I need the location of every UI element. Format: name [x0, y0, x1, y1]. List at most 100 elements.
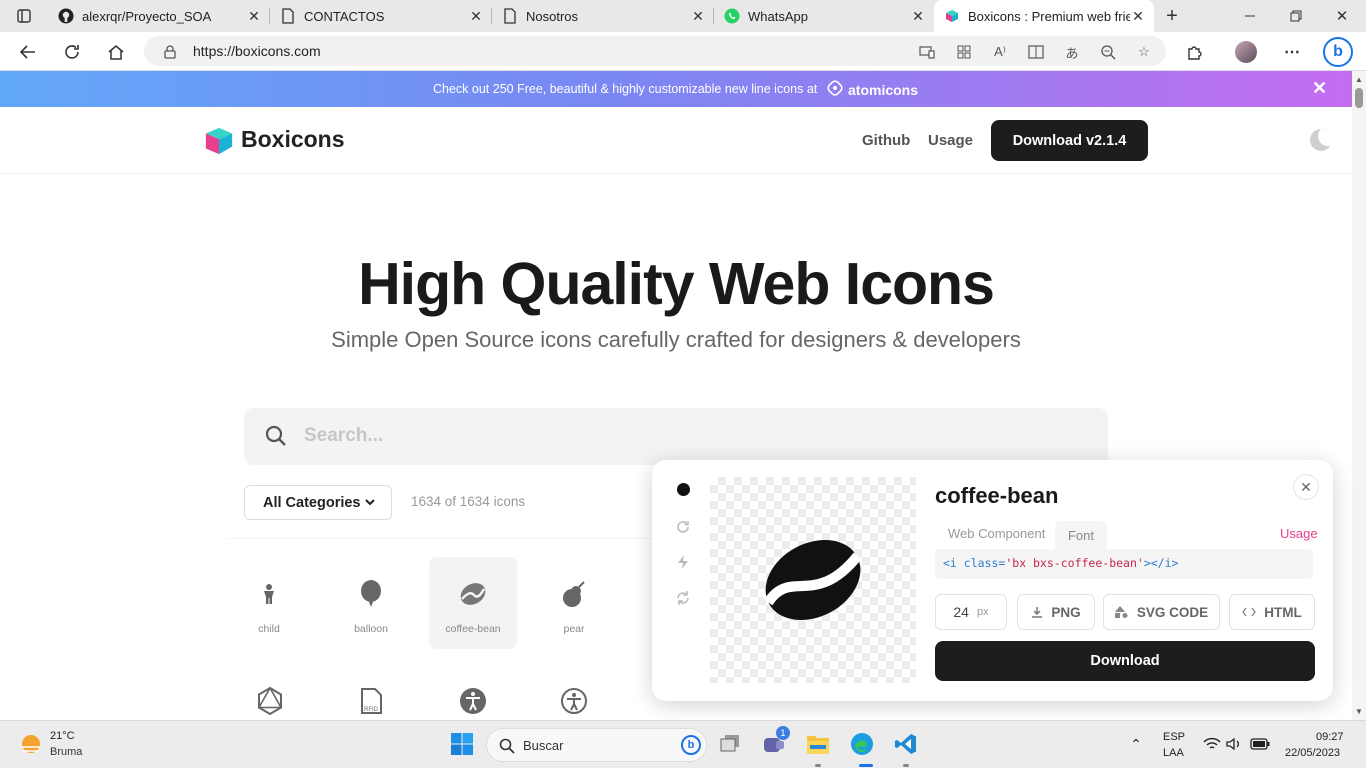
html-button[interactable]: HTML	[1229, 594, 1315, 630]
icon-tile-balloon[interactable]: balloon	[327, 557, 415, 649]
icon-tile-coffee-bean[interactable]: coffee-bean	[429, 557, 517, 649]
profile-avatar[interactable]	[1232, 38, 1260, 66]
close-icon[interactable]: ✕	[1130, 8, 1146, 25]
boxicons-logo-icon[interactable]	[204, 126, 234, 156]
edge-icon[interactable]	[848, 730, 876, 758]
page-scrollbar[interactable]: ▲ ▼	[1352, 71, 1366, 720]
tab-whatsapp[interactable]: WhatsApp ✕	[714, 0, 934, 32]
page-icon	[280, 8, 296, 24]
size-value[interactable]: 24	[953, 604, 969, 620]
icon-tile-child[interactable]: child	[225, 557, 313, 649]
windows-start-icon[interactable]	[448, 730, 476, 758]
browser-tab-bar: alexrqr/Proyecto_SOA ✕ CONTACTOS ✕ Nosot…	[0, 0, 1366, 32]
close-icon[interactable]: ✕	[690, 8, 706, 25]
apps-icon[interactable]	[954, 42, 974, 62]
tab-web-component[interactable]: Web Component	[948, 526, 1045, 541]
scroll-thumb[interactable]	[1355, 88, 1363, 108]
file-explorer-icon[interactable]	[804, 730, 832, 758]
weather-desc[interactable]: Bruma	[50, 746, 82, 758]
url-text[interactable]: https://boxicons.com	[193, 43, 321, 59]
atomicons-link[interactable]: atomicons	[827, 80, 918, 99]
favorite-icon[interactable]: ☆	[1134, 42, 1154, 62]
close-icon[interactable]: ✕	[468, 8, 484, 25]
clock-date[interactable]: 22/05/2023	[1285, 747, 1340, 759]
banner-text: Check out 250 Free, beautiful & highly c…	[433, 82, 818, 96]
shapes-icon	[1114, 606, 1128, 618]
github-icon	[58, 8, 74, 24]
icon-search	[244, 408, 1108, 465]
icon-label: pear	[563, 623, 585, 635]
taskbar-search[interactable]: Buscar b	[486, 728, 707, 762]
restore-icon[interactable]	[1282, 2, 1310, 30]
close-icon[interactable]: ✕	[1293, 474, 1319, 500]
window-close-icon[interactable]: ✕	[1328, 2, 1356, 30]
usage-link[interactable]: Usage	[1280, 526, 1318, 541]
read-aloud-icon[interactable]: A⁾	[990, 42, 1010, 62]
color-picker-icon[interactable]	[677, 483, 690, 496]
new-tab-icon[interactable]: +	[1158, 2, 1186, 30]
tab-boxicons[interactable]: Boxicons : Premium web frien ✕	[934, 0, 1154, 32]
weather-temp[interactable]: 21°C	[50, 730, 75, 742]
keyboard-layout[interactable]: LAA	[1163, 747, 1184, 759]
home-icon[interactable]	[102, 38, 130, 66]
svg-text:RFID: RFID	[364, 707, 379, 713]
refresh-icon[interactable]	[58, 38, 86, 66]
rfid-icon[interactable]: RFID	[356, 686, 386, 716]
tab-nosotros[interactable]: Nosotros ✕	[492, 0, 714, 32]
tab-contactos[interactable]: CONTACTOS ✕	[270, 0, 492, 32]
bing-chat-icon[interactable]: b	[1322, 36, 1354, 68]
banner-close-icon[interactable]: ✕	[1312, 78, 1327, 99]
tab-actions-icon[interactable]	[10, 2, 38, 30]
volume-icon[interactable]	[1220, 730, 1248, 758]
reader-icon[interactable]	[1026, 42, 1046, 62]
scroll-down-icon[interactable]: ▼	[1355, 707, 1363, 716]
icon-tile-pear[interactable]: pear	[530, 557, 618, 649]
back-icon[interactable]	[14, 38, 42, 66]
task-view-icon[interactable]	[717, 730, 745, 758]
nav-github[interactable]: Github	[862, 132, 910, 149]
lock-icon[interactable]	[160, 42, 180, 62]
category-select[interactable]: All Categories	[244, 485, 392, 520]
weather-icon[interactable]	[18, 732, 44, 758]
logo-text[interactable]: Boxicons	[241, 126, 345, 153]
graphql-icon[interactable]	[255, 686, 285, 716]
extensions-icon[interactable]	[1181, 38, 1209, 66]
vscode-icon[interactable]	[892, 730, 920, 758]
tab-github[interactable]: alexrqr/Proyecto_SOA ✕	[48, 0, 270, 32]
tray-chevron-up-icon[interactable]: ⌃	[1122, 730, 1150, 758]
size-input[interactable]: 24 px	[935, 594, 1007, 630]
tab-label: Nosotros	[526, 8, 579, 24]
close-icon[interactable]: ✕	[246, 8, 262, 25]
panel-download-button[interactable]: Download	[935, 641, 1315, 681]
teams-icon[interactable]: 1	[760, 726, 790, 758]
bing-icon[interactable]: b	[681, 735, 701, 755]
minimize-icon[interactable]	[1236, 2, 1264, 30]
flip-icon[interactable]	[674, 589, 692, 607]
balloon-icon	[361, 580, 381, 607]
zoom-icon[interactable]	[1098, 42, 1118, 62]
translate-icon[interactable]: あ	[1062, 42, 1082, 62]
battery-icon[interactable]	[1246, 730, 1274, 758]
svg-code-button[interactable]: SVG CODE	[1103, 594, 1220, 630]
running-indicator	[815, 764, 821, 767]
address-bar[interactable]: https://boxicons.com A⁾ あ ☆	[144, 36, 1166, 66]
close-icon[interactable]: ✕	[910, 8, 926, 25]
tab-font[interactable]: Font	[1055, 521, 1107, 549]
teams-badge: 1	[776, 726, 790, 740]
animate-icon[interactable]	[674, 553, 692, 571]
nav-usage[interactable]: Usage	[928, 132, 973, 149]
rotate-icon[interactable]	[674, 518, 692, 536]
png-button[interactable]: PNG	[1017, 594, 1095, 630]
clock-time[interactable]: 09:27	[1316, 731, 1344, 743]
dark-mode-toggle-icon[interactable]	[1310, 129, 1332, 151]
code-snippet[interactable]: <i class='bx bxs-coffee-bean'></i>	[935, 549, 1313, 579]
whatsapp-icon	[724, 8, 740, 24]
search-input[interactable]	[304, 421, 1084, 451]
header-download-button[interactable]: Download v2.1.4	[991, 120, 1148, 161]
language-code[interactable]: ESP	[1163, 731, 1185, 743]
accessibility-icon[interactable]	[458, 686, 488, 716]
accessibility-outline-icon[interactable]	[559, 686, 589, 716]
device-icon[interactable]	[917, 42, 937, 62]
scroll-up-icon[interactable]: ▲	[1355, 75, 1363, 84]
more-icon[interactable]: ⋯	[1278, 38, 1306, 66]
